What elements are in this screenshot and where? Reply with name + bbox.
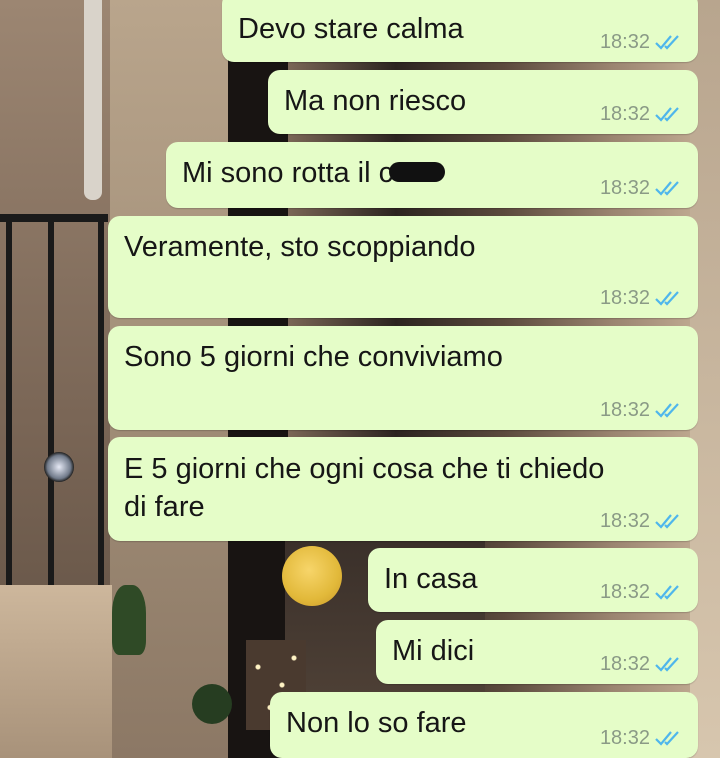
double-check-read-icon [655, 181, 679, 196]
message-meta: 18:32 [600, 509, 682, 533]
double-check-read-icon [655, 35, 679, 50]
message-time: 18:32 [599, 30, 650, 53]
message-time: 18:32 [599, 652, 650, 675]
message-time: 18:32 [599, 286, 650, 309]
message-time: 18:32 [599, 176, 650, 199]
message-text: E 5 giorni che ogni cosa che ti chiedo d… [124, 453, 605, 523]
message-text-visible: Mi sono rotta il c [182, 157, 394, 189]
message-text: Sono 5 giorni che conviviamo [124, 341, 503, 373]
message-text: Non lo so fare [286, 707, 467, 739]
message-time: 18:32 [599, 509, 650, 532]
message-meta: 18:32 [600, 726, 682, 750]
double-check-read-icon [655, 585, 679, 600]
double-check-read-icon [655, 107, 679, 122]
wallpaper-hat [282, 546, 342, 606]
message-text: Veramente, sto scoppiando [124, 231, 476, 263]
message-bubble[interactable]: Sono 5 giorni che conviviamo 18:32 [108, 326, 698, 430]
message-bubble[interactable]: Mi dici 18:32 [376, 620, 698, 684]
message-time: 18:32 [599, 580, 650, 603]
wallpaper-plant [192, 684, 232, 724]
message-bubble[interactable]: Devo stare calma 18:32 [222, 0, 698, 62]
double-check-read-icon [655, 514, 679, 529]
message-meta: 18:32 [600, 176, 682, 200]
message-bubble[interactable]: In casa 18:32 [368, 548, 698, 612]
double-check-read-icon [655, 291, 679, 306]
message-bubble[interactable]: Non lo so fare 18:32 [270, 692, 698, 758]
message-meta: 18:32 [600, 652, 682, 676]
message-text: Ma non riesco [284, 85, 467, 117]
redaction-bar [389, 162, 446, 183]
message-meta: 18:32 [600, 102, 682, 126]
message-time: 18:32 [599, 398, 650, 421]
message-meta: 18:32 [600, 30, 682, 54]
message-time: 18:32 [599, 726, 650, 749]
message-meta: 18:32 [600, 398, 682, 422]
message-bubble[interactable]: Mi sono rotta il c 18:32 [166, 142, 698, 208]
double-check-read-icon [655, 731, 679, 746]
message-bubble[interactable]: Veramente, sto scoppiando 18:32 [108, 216, 698, 318]
message-text: Mi dici [392, 635, 475, 667]
message-time: 18:32 [599, 102, 650, 125]
double-check-read-icon [655, 403, 679, 418]
message-text: In casa [384, 563, 478, 595]
wallpaper-pipe [84, 0, 102, 200]
message-meta: 18:32 [600, 286, 682, 310]
message-text: Devo stare calma [238, 13, 464, 45]
message-bubble[interactable]: E 5 giorni che ogni cosa che ti chiedo d… [108, 437, 698, 541]
double-check-read-icon [655, 657, 679, 672]
wallpaper-ledge [0, 585, 112, 758]
wallpaper-lamp [44, 452, 74, 482]
message-bubble[interactable]: Ma non riesco 18:32 [268, 70, 698, 134]
wallpaper-railing [0, 214, 108, 602]
wallpaper-plant [112, 585, 146, 655]
message-meta: 18:32 [600, 580, 682, 604]
message-text: Mi sono rotta il c [182, 154, 588, 192]
